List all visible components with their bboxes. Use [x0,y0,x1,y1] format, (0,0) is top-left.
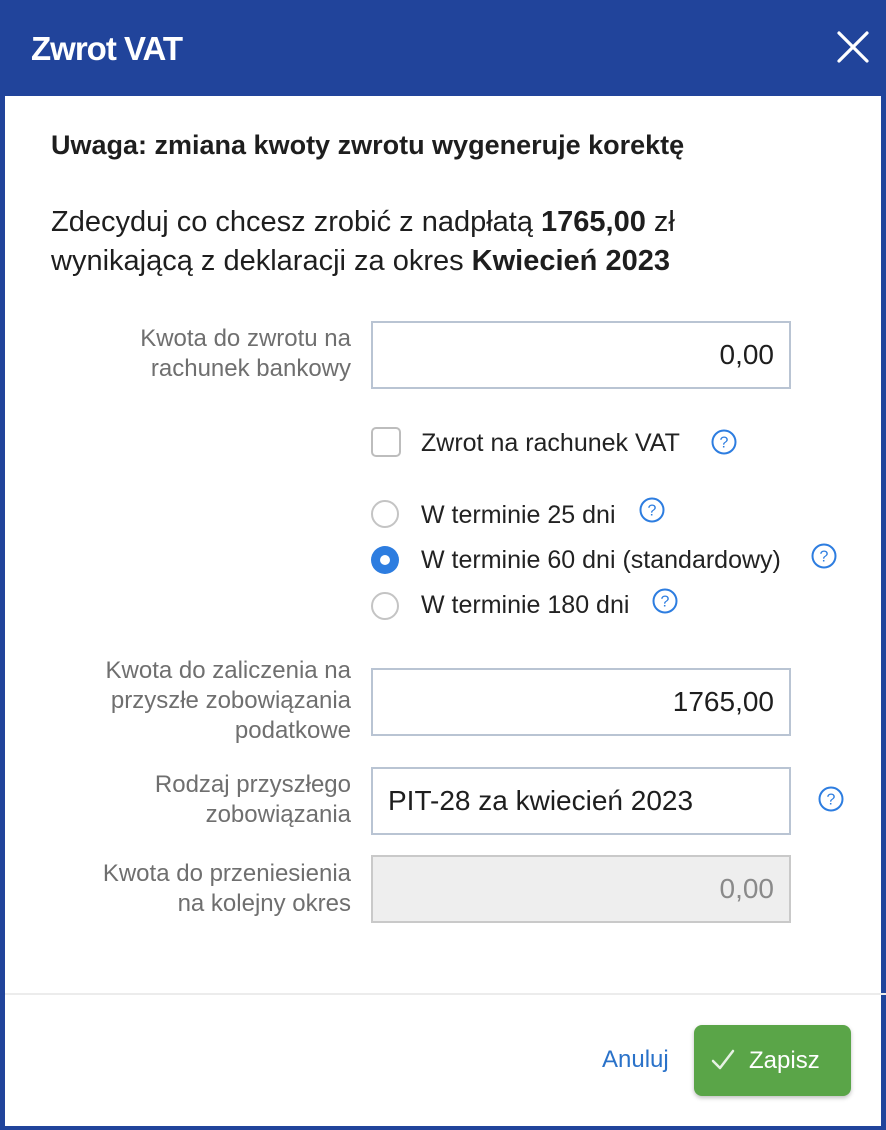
help-icon[interactable]: ? [711,429,737,455]
svg-text:?: ? [661,594,670,611]
zwrot-vat-dialog: Zwrot VAT Uwaga: zmiana kwoty zwrotu wyg… [0,0,886,1130]
refund-amount-input[interactable]: 0,00 [371,321,791,389]
cancel-button[interactable]: Anuluj [602,1046,669,1074]
term-25-label[interactable]: W terminie 25 dni [421,501,616,530]
svg-text:?: ? [820,549,829,566]
vat-account-checkbox[interactable] [371,427,401,457]
save-button[interactable]: Zapisz [694,1025,851,1096]
help-icon[interactable]: ? [818,786,844,812]
close-icon[interactable] [835,29,871,65]
svg-text:?: ? [827,792,836,809]
liability-type-select[interactable]: PIT-28 za kwiecień 2023 [371,767,791,835]
term-25-radio[interactable] [371,500,399,528]
term-60-label[interactable]: W terminie 60 dni (standardowy) [421,546,781,575]
dialog-header: Zwrot VAT [5,0,886,96]
liability-type-label: Rodzaj przyszłego zobowiązania [154,771,351,828]
overpayment-intro: Zdecyduj co chcesz zrobić z nadpłatą 176… [51,206,675,277]
help-icon[interactable]: ? [811,543,837,569]
term-180-label[interactable]: W terminie 180 dni [421,591,629,620]
term-60-radio[interactable] [371,546,399,574]
help-icon[interactable]: ? [639,497,665,523]
future-amount-label: Kwota do zaliczenia na przyszłe zobowiąz… [105,657,351,744]
overpayment-amount: 1765,00 [541,206,646,238]
declaration-period: Kwiecień 2023 [471,245,670,277]
refund-amount-label: Kwota do zwrotu na rachunek bankowy [140,325,351,382]
save-button-label: Zapisz [749,1047,820,1074]
term-180-radio[interactable] [371,592,399,620]
footer-divider [5,993,886,995]
dialog-title: Zwrot VAT [31,30,183,67]
correction-warning: Uwaga: zmiana kwoty zwrotu wygeneruje ko… [51,130,685,160]
carry-over-label: Kwota do przeniesienia na kolejny okres [102,860,351,917]
future-amount-input[interactable]: 1765,00 [371,668,791,736]
checkmark-icon [710,1047,736,1080]
help-icon[interactable]: ? [652,588,678,614]
svg-text:?: ? [648,503,657,520]
vat-account-label[interactable]: Zwrot na rachunek VAT [421,429,680,458]
svg-text:?: ? [720,435,729,452]
carry-over-input: 0,00 [371,855,791,923]
